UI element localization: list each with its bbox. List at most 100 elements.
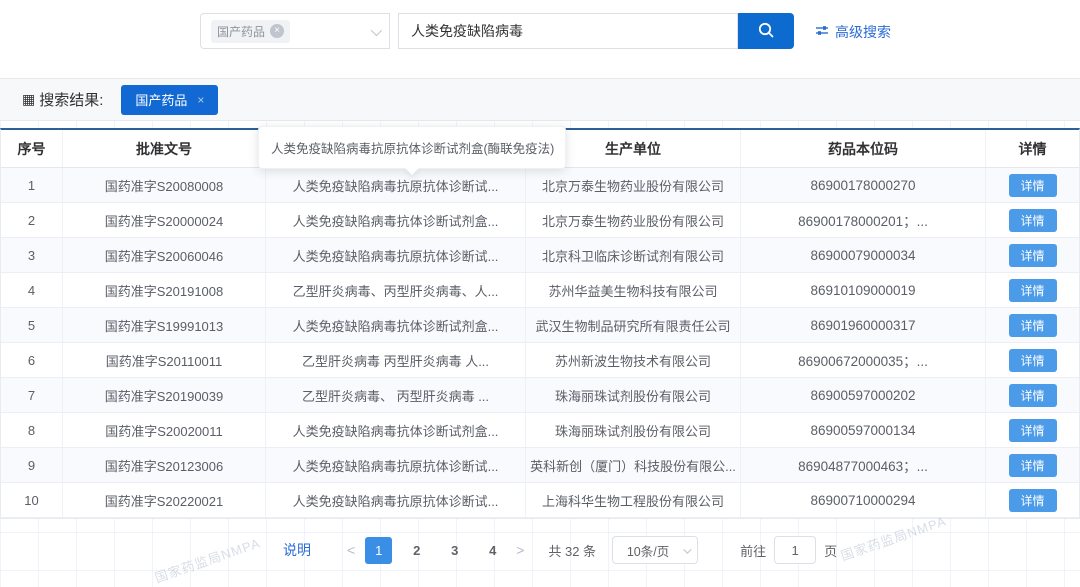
- category-select[interactable]: 国产药品 ×: [200, 13, 390, 49]
- cell-seq: 7: [1, 378, 63, 412]
- cell-drug-name: 人类免疫缺陷病毒抗体诊断试剂盒...: [266, 413, 526, 447]
- detail-button[interactable]: 详情: [1009, 314, 1057, 337]
- cell-seq: 1: [1, 168, 63, 202]
- grid-icon: ▦: [22, 91, 35, 108]
- cell-drug-name: 人类免疫缺陷病毒抗体诊断试剂盒...: [266, 308, 526, 342]
- detail-button[interactable]: 详情: [1009, 279, 1057, 302]
- advanced-search-label: 高级搜索: [835, 22, 891, 42]
- cell-seq: 10: [1, 483, 63, 517]
- page-button-1[interactable]: 1: [365, 537, 392, 564]
- note-link[interactable]: 说明: [283, 540, 311, 560]
- cell-drug-name: 人类免疫缺陷病毒抗原抗体诊断试...: [266, 448, 526, 482]
- table-row: 6 国药准字S20110011 乙型肝炎病毒 丙型肝炎病毒 人... 苏州新波生…: [1, 343, 1079, 378]
- header-approval-number: 批准文号: [63, 130, 266, 167]
- cell-manufacturer: 上海科华生物工程股份有限公司: [526, 483, 741, 517]
- table-row: 3 国药准字S20060046 人类免疫缺陷病毒抗原抗体诊断试... 北京科卫临…: [1, 238, 1079, 273]
- page-button-2[interactable]: 2: [403, 537, 430, 564]
- table-row: 7 国药准字S20190039 乙型肝炎病毒、 丙型肝炎病毒 ... 珠海丽珠试…: [1, 378, 1079, 413]
- cell-approval-number: 国药准字S20080008: [63, 168, 266, 202]
- prev-page-button[interactable]: <: [337, 542, 365, 558]
- detail-button[interactable]: 详情: [1009, 489, 1057, 512]
- search-icon: [756, 20, 776, 43]
- detail-button[interactable]: 详情: [1009, 174, 1057, 197]
- table-row: 1 国药准字S20080008 人类免疫缺陷病毒抗原抗体诊断试... 北京万泰生…: [1, 168, 1079, 203]
- drug-name-tooltip: 人类免疫缺陷病毒抗原抗体诊断试剂盒(酶联免疫法): [258, 126, 566, 169]
- result-table: 序号 批准文号 生产单位 药品本位码 详情 1 国药准字S20080008 人类…: [0, 128, 1080, 519]
- detail-button[interactable]: 详情: [1009, 384, 1057, 407]
- cell-manufacturer: 武汉生物制品研究所有限责任公司: [526, 308, 741, 342]
- cell-approval-number: 国药准字S19991013: [63, 308, 266, 342]
- goto-page-input[interactable]: [774, 536, 816, 564]
- cell-detail: 详情: [986, 308, 1079, 342]
- header-detail: 详情: [986, 130, 1079, 167]
- table-body: 1 国药准字S20080008 人类免疫缺陷病毒抗原抗体诊断试... 北京万泰生…: [1, 168, 1079, 518]
- cell-drug-name: 乙型肝炎病毒、 丙型肝炎病毒 ...: [266, 378, 526, 412]
- detail-button[interactable]: 详情: [1009, 244, 1057, 267]
- cell-manufacturer: 珠海丽珠试剂股份有限公司: [526, 378, 741, 412]
- cell-drug-code: 86900178000201；...: [741, 203, 986, 237]
- cell-approval-number: 国药准字S20060046: [63, 238, 266, 272]
- cell-drug-code: 86901960000317: [741, 308, 986, 342]
- cell-detail: 详情: [986, 483, 1079, 517]
- cell-manufacturer: 苏州新波生物技术有限公司: [526, 343, 741, 377]
- cell-drug-code: 86910109000019: [741, 273, 986, 307]
- detail-button[interactable]: 详情: [1009, 419, 1057, 442]
- header-seq: 序号: [1, 130, 63, 167]
- search-input[interactable]: [398, 13, 738, 49]
- next-page-button[interactable]: >: [506, 542, 534, 558]
- cell-drug-name: 乙型肝炎病毒、丙型肝炎病毒、人...: [266, 273, 526, 307]
- cell-seq: 5: [1, 308, 63, 342]
- results-bar: ▦ 搜索结果: 国产药品 ×: [0, 78, 1080, 121]
- cell-drug-code: 86900672000035；...: [741, 343, 986, 377]
- chevron-down-icon: [371, 25, 382, 36]
- cell-drug-code: 86900710000294: [741, 483, 986, 517]
- cell-manufacturer: 北京万泰生物药业股份有限公司: [526, 168, 741, 202]
- filter-icon: [815, 24, 829, 41]
- goto-page: 前往 页: [740, 536, 837, 564]
- active-filter-tag[interactable]: 国产药品 ×: [121, 85, 218, 115]
- category-tag: 国产药品 ×: [211, 20, 290, 43]
- cell-approval-number: 国药准字S20020011: [63, 413, 266, 447]
- cell-seq: 8: [1, 413, 63, 447]
- cell-seq: 3: [1, 238, 63, 272]
- cell-drug-code: 86900079000034: [741, 238, 986, 272]
- page-button-3[interactable]: 3: [441, 537, 468, 564]
- active-filter-tag-label: 国产药品: [135, 90, 187, 109]
- cell-seq: 9: [1, 448, 63, 482]
- search-button[interactable]: [738, 13, 794, 49]
- page-size-select[interactable]: 10条/页: [612, 536, 698, 564]
- cell-detail: 详情: [986, 168, 1079, 202]
- table-row: 5 国药准字S19991013 人类免疫缺陷病毒抗体诊断试剂盒... 武汉生物制…: [1, 308, 1079, 343]
- cell-detail: 详情: [986, 378, 1079, 412]
- cell-approval-number: 国药准字S20000024: [63, 203, 266, 237]
- cell-detail: 详情: [986, 238, 1079, 272]
- results-label: ▦ 搜索结果:: [22, 89, 103, 110]
- cell-detail: 详情: [986, 273, 1079, 307]
- cell-approval-number: 国药准字S20110011: [63, 343, 266, 377]
- cell-approval-number: 国药准字S20190039: [63, 378, 266, 412]
- category-tag-close-icon[interactable]: ×: [270, 24, 284, 38]
- cell-approval-number: 国药准字S20220021: [63, 483, 266, 517]
- detail-button[interactable]: 详情: [1009, 209, 1057, 232]
- cell-drug-code: 86904877000463；...: [741, 448, 986, 482]
- cell-drug-code: 86900597000134: [741, 413, 986, 447]
- search-bar: 国产药品 ×: [200, 13, 794, 49]
- table-row: 8 国药准字S20020011 人类免疫缺陷病毒抗体诊断试剂盒... 珠海丽珠试…: [1, 413, 1079, 448]
- results-label-text: 搜索结果:: [39, 89, 103, 110]
- advanced-search-link[interactable]: 高级搜索: [815, 22, 891, 42]
- filter-tag-close-icon[interactable]: ×: [197, 93, 204, 107]
- cell-drug-code: 86900178000270: [741, 168, 986, 202]
- cell-seq: 6: [1, 343, 63, 377]
- chevron-down-icon: [683, 545, 691, 553]
- cell-manufacturer: 北京万泰生物药业股份有限公司: [526, 203, 741, 237]
- goto-label: 前往: [740, 541, 766, 560]
- page-size-value: 10条/页: [627, 541, 669, 560]
- cell-approval-number: 国药准字S20123006: [63, 448, 266, 482]
- page-button-4[interactable]: 4: [479, 537, 506, 564]
- cell-manufacturer: 苏州华益美生物科技有限公司: [526, 273, 741, 307]
- cell-drug-name: 人类免疫缺陷病毒抗原抗体诊断试...: [266, 238, 526, 272]
- detail-button[interactable]: 详情: [1009, 349, 1057, 372]
- cell-drug-name: 人类免疫缺陷病毒抗原抗体诊断试...: [266, 168, 526, 202]
- detail-button[interactable]: 详情: [1009, 454, 1057, 477]
- category-tag-label: 国产药品: [217, 23, 265, 40]
